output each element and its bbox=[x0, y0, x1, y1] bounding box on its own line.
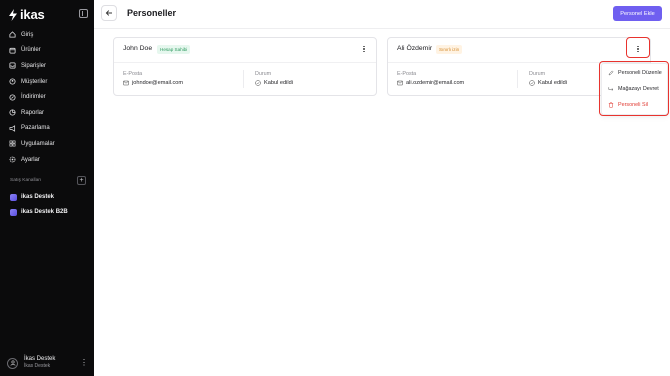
user-name: İkas Destek bbox=[24, 356, 56, 362]
gear-icon bbox=[9, 156, 16, 163]
channel-item[interactable]: ikas Destek B2B bbox=[10, 207, 68, 217]
sidebar-item-pazarlama[interactable]: Pazarlama bbox=[0, 121, 94, 137]
sidebar-collapse-icon[interactable] bbox=[79, 9, 88, 18]
channel-icon bbox=[10, 208, 17, 216]
user-avatar-icon bbox=[7, 357, 18, 369]
sidebar-item-label: Ürünler bbox=[21, 47, 41, 54]
check-circle-icon bbox=[529, 80, 535, 86]
users-icon bbox=[9, 78, 16, 85]
box-icon bbox=[9, 47, 16, 54]
inbox-icon bbox=[9, 62, 16, 70]
role-badge: Hesap Sahibi bbox=[157, 45, 191, 54]
status-text: Kabul edildi bbox=[538, 80, 567, 86]
column-divider bbox=[517, 70, 518, 88]
check-circle-icon bbox=[255, 80, 261, 86]
card-divider bbox=[114, 62, 376, 63]
sidebar: ikas Giriş Ürünler Siparişler Müşteriler… bbox=[0, 0, 94, 376]
sidebar-item-label: İndirimler bbox=[21, 94, 46, 101]
logo-text: ikas bbox=[20, 7, 45, 22]
mail-icon bbox=[123, 80, 129, 86]
email-label: E-Posta bbox=[397, 71, 417, 77]
sidebar-item-siparisler[interactable]: Siparişler bbox=[0, 58, 94, 74]
status-label: Durum bbox=[529, 71, 546, 77]
sidebar-item-label: Pazarlama bbox=[21, 125, 50, 132]
sidebar-item-uygulamalar[interactable]: Uygulamalar bbox=[0, 136, 94, 152]
kebab-highlight-box bbox=[626, 37, 650, 58]
status-value: Kabul edildi bbox=[529, 80, 567, 86]
chart-icon bbox=[9, 109, 16, 116]
email-value: johndoe@email.com bbox=[123, 80, 183, 86]
role-badge: Sınırlı izin bbox=[436, 45, 463, 54]
sidebar-item-indirimler[interactable]: İndirimler bbox=[0, 89, 94, 105]
sidebar-item-label: Ayarlar bbox=[21, 156, 40, 163]
arrow-left-icon bbox=[105, 10, 112, 16]
add-channel-button[interactable]: + bbox=[77, 176, 86, 185]
channel-label: ikas Destek B2B bbox=[21, 209, 68, 215]
sidebar-item-raporlar[interactable]: Raporlar bbox=[0, 105, 94, 121]
staff-name: John Doe bbox=[123, 45, 153, 52]
sidebar-item-label: Uygulamalar bbox=[21, 140, 55, 147]
sales-channels-title: Satış Kanalları bbox=[10, 178, 42, 183]
sidebar-item-label: Müşteriler bbox=[21, 78, 48, 85]
channel-label: ikas Destek bbox=[21, 194, 55, 200]
column-divider bbox=[243, 70, 244, 88]
user-menu-icon[interactable]: ⋮ bbox=[80, 359, 88, 367]
home-icon bbox=[9, 31, 16, 38]
back-button[interactable] bbox=[101, 5, 117, 21]
logo[interactable]: ikas bbox=[8, 7, 45, 22]
user-subtitle: İkas Destek bbox=[24, 363, 51, 369]
user-profile[interactable]: İkas Destek İkas Destek bbox=[7, 356, 55, 370]
apps-icon bbox=[9, 140, 16, 147]
megaphone-icon bbox=[9, 125, 16, 132]
page-title: Personeller bbox=[127, 8, 177, 18]
sidebar-item-label: Raporlar bbox=[21, 109, 45, 116]
email-text: ali.ozdemir@email.com bbox=[406, 80, 465, 86]
sidebar-item-ayarlar[interactable]: Ayarlar bbox=[0, 152, 94, 168]
add-staff-button[interactable]: Personel Ekle bbox=[613, 6, 662, 21]
mail-icon bbox=[397, 80, 403, 86]
header-divider bbox=[94, 28, 670, 29]
status-label: Durum bbox=[255, 71, 272, 77]
kebab-menu-icon[interactable] bbox=[359, 44, 369, 54]
sidebar-item-musteriler[interactable]: Müşteriler bbox=[0, 74, 94, 90]
discount-icon bbox=[9, 94, 16, 101]
channel-item[interactable]: ikas Destek bbox=[10, 192, 54, 202]
email-text: johndoe@email.com bbox=[132, 80, 184, 86]
sidebar-item-label: Siparişler bbox=[21, 62, 47, 69]
bolt-icon bbox=[9, 8, 17, 21]
sidebar-item-urunler[interactable]: Ürünler bbox=[0, 43, 94, 59]
sidebar-item-label: Giriş bbox=[21, 31, 34, 38]
email-label: E-Posta bbox=[123, 71, 143, 77]
sidebar-item-giris[interactable]: Giriş bbox=[0, 27, 94, 43]
sidebar-nav: Giriş Ürünler Siparişler Müşteriler İndi… bbox=[0, 27, 94, 167]
status-text: Kabul edildi bbox=[264, 80, 293, 86]
staff-name: Ali Özdemir bbox=[397, 45, 433, 52]
email-value: ali.ozdemir@email.com bbox=[397, 80, 464, 86]
status-value: Kabul edildi bbox=[255, 80, 293, 86]
staff-card: John Doe Hesap Sahibi E-Posta johndoe@em… bbox=[113, 37, 377, 96]
channel-icon bbox=[10, 193, 17, 201]
menu-highlight-box bbox=[599, 61, 669, 116]
